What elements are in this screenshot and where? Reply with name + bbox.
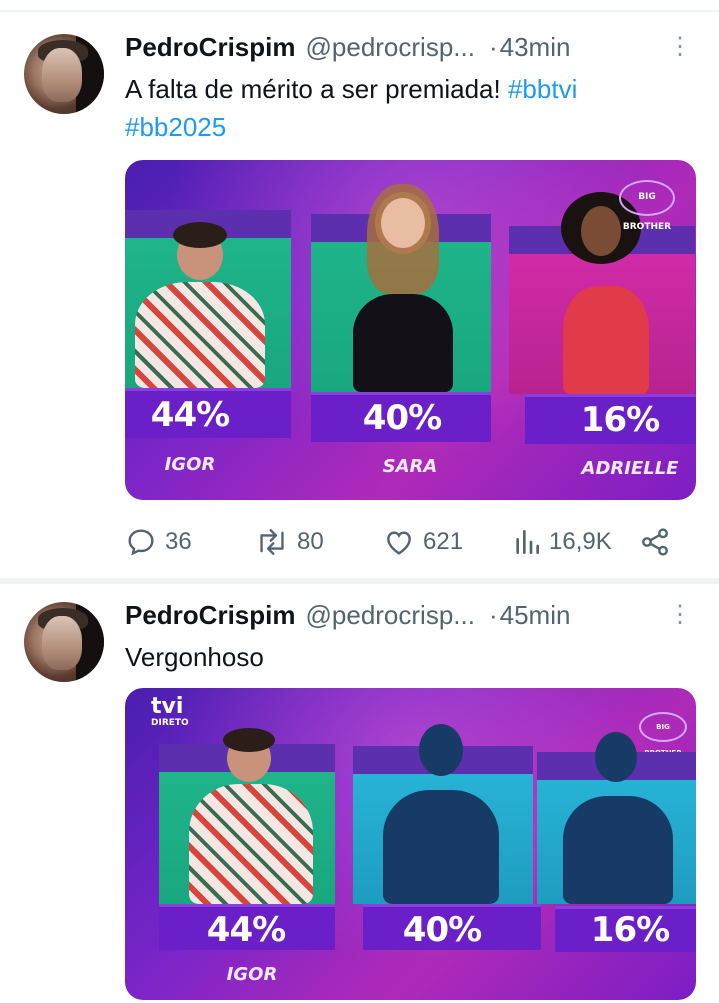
badge-text: BIG BROTHER <box>622 192 672 232</box>
like-count: 621 <box>423 528 464 555</box>
views-icon <box>516 530 539 554</box>
repost-icon <box>260 529 284 555</box>
tvi-live-label: DIRETO <box>151 718 189 728</box>
tweet-actions: 36 80 621 16,9K <box>125 524 685 560</box>
tvi-logo-text: tvi <box>151 694 184 719</box>
big-brother-logo: BIG BROTHER <box>619 180 675 232</box>
avatar[interactable] <box>24 34 104 114</box>
repost-count: 80 <box>297 528 324 555</box>
candidate-silhouette-panel <box>353 724 533 904</box>
tweet-text: Vergonhoso <box>125 642 264 672</box>
hashtag-link[interactable]: #bb2025 <box>125 112 226 142</box>
candidate-name: SARA <box>382 456 438 477</box>
candidate-name: IGOR <box>164 454 216 475</box>
reply-icon <box>128 529 154 556</box>
author-handle[interactable]: @pedrocrisp... <box>306 600 475 631</box>
candidate-percent: 40% <box>362 398 442 438</box>
tweet-header: PedroCrispim @pedrocrisp... · 43min <box>125 30 570 64</box>
tweet-text-body: A falta de mérito a ser premiada! <box>125 74 508 104</box>
avatar[interactable] <box>24 602 104 682</box>
hashtag-link[interactable]: #bbtvi <box>508 74 577 104</box>
views-button[interactable]: 16,9K <box>513 524 612 560</box>
candidate-percent: 16% <box>590 910 670 950</box>
candidate-photo-panel <box>509 192 695 394</box>
big-brother-logo: BIG BROTHER <box>639 712 687 757</box>
author-name[interactable]: PedroCrispim <box>125 600 296 631</box>
timestamp[interactable]: 45min <box>500 600 571 631</box>
reply-button[interactable]: 36 <box>125 524 192 560</box>
like-button[interactable]: 621 <box>383 524 463 560</box>
share-icon <box>642 528 668 556</box>
heart-icon <box>387 531 411 555</box>
tweet-text: A falta de mérito a ser premiada! #bbtvi… <box>125 70 695 146</box>
separator-dot: · <box>488 31 498 62</box>
reply-count: 36 <box>165 528 192 555</box>
candidate-percent: 44% <box>150 395 230 435</box>
candidate-photo-panel <box>159 728 335 904</box>
more-options-icon[interactable]: ⋮ <box>668 598 692 632</box>
candidate-name: IGOR <box>226 964 278 985</box>
separator-dot: · <box>488 599 498 630</box>
timestamp[interactable]: 43min <box>500 32 571 63</box>
author-name[interactable]: PedroCrispim <box>125 32 296 63</box>
candidate-percent: 40% <box>402 910 482 950</box>
share-button[interactable] <box>639 524 671 560</box>
candidate-photo-panel <box>125 210 291 388</box>
repost-button[interactable]: 80 <box>255 524 324 560</box>
candidate-name: ADRIELLE <box>581 458 679 479</box>
tweet-header: PedroCrispim @pedrocrisp... · 45min <box>125 598 570 632</box>
candidate-percent: 16% <box>580 400 660 440</box>
tweet-media-image[interactable]: tvi DIRETO BIG BROTHER <box>125 688 696 1000</box>
author-handle[interactable]: @pedrocrisp... <box>306 32 475 63</box>
candidate-photo-panel <box>311 184 491 392</box>
candidate-silhouette-panel <box>537 732 696 904</box>
candidate-percent: 44% <box>206 910 286 950</box>
tvi-logo: tvi DIRETO <box>151 694 189 729</box>
more-options-icon[interactable]: ⋮ <box>668 30 692 64</box>
tweet-media-image[interactable]: BIG BROTHER 44% 40% 16% IGOR SARA ADRIEL… <box>125 160 696 500</box>
tweet-1[interactable]: PedroCrispim @pedrocrisp... · 43min ⋮ A … <box>0 0 719 578</box>
views-count: 16,9K <box>549 528 612 555</box>
tweet-2[interactable]: PedroCrispim @pedrocrisp... · 45min ⋮ Ve… <box>0 584 719 1003</box>
